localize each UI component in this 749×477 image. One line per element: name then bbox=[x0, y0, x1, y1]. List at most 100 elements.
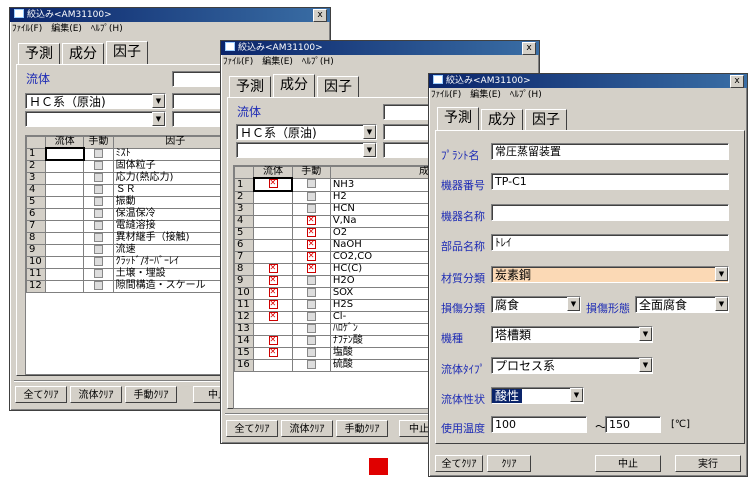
fluid-cell[interactable] bbox=[253, 334, 293, 348]
manual-checkbox[interactable] bbox=[93, 280, 103, 290]
manual-checkbox[interactable] bbox=[306, 359, 316, 369]
table-row[interactable]: 12 隙間構造・スケール bbox=[26, 279, 238, 293]
tab-component[interactable]: 成分 bbox=[62, 43, 104, 65]
manual-cell[interactable] bbox=[291, 250, 331, 264]
manual-cell[interactable] bbox=[291, 274, 331, 288]
table-row[interactable]: 13 ﾊﾛｹﾞﾝ bbox=[234, 322, 442, 336]
fluid-cell[interactable] bbox=[45, 207, 85, 221]
manual-checkbox[interactable] bbox=[93, 172, 103, 182]
fluid-cell[interactable] bbox=[253, 286, 293, 300]
fluid-checkbox[interactable] bbox=[268, 335, 278, 345]
manual-checkbox[interactable] bbox=[93, 196, 103, 206]
clear-all-button[interactable]: 全てｸﾘｱ bbox=[226, 420, 278, 437]
fluid-cell[interactable] bbox=[45, 279, 85, 293]
menu-file[interactable]: ﾌｧｲﾙ(F) bbox=[12, 24, 42, 34]
clear-button[interactable]: ｸﾘｱ bbox=[487, 455, 531, 472]
table-row[interactable]: 2 H2 bbox=[234, 190, 442, 204]
manual-checkbox[interactable] bbox=[93, 220, 103, 230]
execute-button[interactable]: 実行 bbox=[675, 455, 741, 472]
type-select[interactable]: 塔槽類 ▼ bbox=[491, 326, 653, 343]
clear-fluid-button[interactable]: 流体ｸﾘｱ bbox=[70, 386, 122, 403]
fluid-checkbox[interactable] bbox=[268, 275, 278, 285]
manual-checkbox[interactable] bbox=[306, 251, 316, 261]
table-row[interactable]: 1 NH3 bbox=[234, 177, 442, 192]
tab-predict[interactable]: 予測 bbox=[437, 107, 479, 130]
menu-help[interactable]: ﾍﾙﾌﾟ(H) bbox=[302, 57, 334, 67]
fluid-cell[interactable] bbox=[253, 214, 293, 228]
temp-to-field[interactable]: 150 bbox=[605, 416, 661, 433]
chevron-down-icon[interactable]: ▼ bbox=[152, 112, 165, 126]
damage-form-select[interactable]: 全面腐食 ▼ bbox=[635, 296, 729, 313]
menu-help[interactable]: ﾍﾙﾌﾟ(H) bbox=[91, 24, 123, 34]
title-bar[interactable]: 絞込み<AM31100> x bbox=[429, 74, 747, 88]
manual-cell[interactable] bbox=[291, 286, 331, 300]
chevron-down-icon[interactable]: ▼ bbox=[363, 125, 376, 139]
fluid-cell[interactable] bbox=[45, 195, 85, 209]
manual-checkbox[interactable] bbox=[306, 191, 316, 201]
table-row[interactable]: 3 HCN bbox=[234, 202, 442, 216]
fluid-cell[interactable] bbox=[253, 322, 293, 336]
chevron-down-icon[interactable]: ▼ bbox=[152, 94, 165, 108]
material-select[interactable]: 炭素鋼 ▼ bbox=[491, 266, 729, 283]
chevron-down-icon[interactable]: ▼ bbox=[639, 327, 652, 341]
tab-predict[interactable]: 予測 bbox=[18, 43, 60, 65]
manual-cell[interactable] bbox=[291, 358, 331, 372]
table-row[interactable]: 11 H2S bbox=[234, 298, 442, 312]
table-row[interactable]: 11 土壌・埋設 bbox=[26, 267, 238, 281]
fluid-cell[interactable] bbox=[45, 243, 85, 257]
manual-checkbox[interactable] bbox=[93, 268, 103, 278]
table-row[interactable]: 4 ＳＲ bbox=[26, 183, 238, 197]
menu-edit[interactable]: 編集(E) bbox=[262, 57, 293, 67]
manual-checkbox[interactable] bbox=[306, 275, 316, 285]
close-button[interactable]: x bbox=[313, 9, 327, 22]
manual-checkbox[interactable] bbox=[306, 203, 316, 213]
manual-checkbox[interactable] bbox=[94, 148, 104, 158]
fluid-cell[interactable] bbox=[253, 238, 293, 252]
clear-fluid-button[interactable]: 流体ｸﾘｱ bbox=[281, 420, 333, 437]
close-button[interactable]: x bbox=[522, 42, 536, 55]
manual-cell[interactable] bbox=[291, 322, 331, 336]
title-bar[interactable]: 絞込み<AM31100> x bbox=[10, 8, 330, 22]
fluid-cell[interactable] bbox=[253, 250, 293, 264]
fluid-cell[interactable] bbox=[253, 202, 293, 216]
table-row[interactable]: 4 V,Na bbox=[234, 214, 442, 228]
chevron-down-icon[interactable]: ▼ bbox=[715, 267, 728, 281]
tab-factor[interactable]: 因子 bbox=[106, 41, 148, 64]
fluid-cell[interactable] bbox=[45, 267, 85, 281]
fluid-cell[interactable] bbox=[253, 358, 293, 372]
table-row[interactable]: 7 電縫溶接 bbox=[26, 219, 238, 233]
table-row[interactable]: 16 硫酸 bbox=[234, 358, 442, 372]
table-row[interactable]: 9 流速 bbox=[26, 243, 238, 257]
chevron-down-icon[interactable]: ▼ bbox=[639, 358, 652, 372]
fluid-cell[interactable] bbox=[253, 274, 293, 288]
clear-all-button[interactable]: 全てｸﾘｱ bbox=[435, 455, 483, 472]
fluid-cell[interactable] bbox=[45, 183, 85, 197]
manual-checkbox[interactable] bbox=[93, 232, 103, 242]
table-row[interactable]: 14 ﾅﾌﾃﾝ酸 bbox=[234, 334, 442, 348]
fluid-checkbox[interactable] bbox=[268, 347, 278, 357]
fluid-cell[interactable] bbox=[253, 226, 293, 240]
table-row[interactable]: 15 塩酸 bbox=[234, 346, 442, 360]
fluid-cell[interactable] bbox=[45, 159, 85, 173]
title-bar[interactable]: 絞込み<AM31100> x bbox=[221, 41, 539, 55]
manual-checkbox[interactable] bbox=[93, 256, 103, 266]
manual-checkbox[interactable] bbox=[306, 287, 316, 297]
temp-from-field[interactable]: 100 bbox=[491, 416, 587, 433]
manual-checkbox[interactable] bbox=[93, 184, 103, 194]
plant-field[interactable]: 常圧蒸留装置 bbox=[491, 143, 729, 160]
table-row[interactable]: 8 異材継手（接触) bbox=[26, 231, 238, 245]
manual-checkbox[interactable] bbox=[306, 227, 316, 237]
fluid-cell[interactable] bbox=[253, 346, 293, 360]
manual-checkbox[interactable] bbox=[306, 239, 316, 249]
fluid-checkbox[interactable] bbox=[268, 178, 278, 188]
fluid-cell[interactable] bbox=[253, 190, 293, 204]
fluid-cell[interactable] bbox=[253, 310, 293, 324]
manual-checkbox[interactable] bbox=[306, 263, 316, 273]
fluid-select[interactable]: ＨＣ系（原油) ▼ bbox=[236, 124, 377, 140]
table-row[interactable]: 9 H2O bbox=[234, 274, 442, 288]
manual-checkbox[interactable] bbox=[306, 311, 316, 321]
clear-manual-button[interactable]: 手動ｸﾘｱ bbox=[336, 420, 388, 437]
fluid-cell[interactable] bbox=[45, 255, 85, 269]
fluid-cell[interactable] bbox=[45, 171, 85, 185]
fluid-sub-select[interactable]: ▼ bbox=[25, 111, 166, 127]
